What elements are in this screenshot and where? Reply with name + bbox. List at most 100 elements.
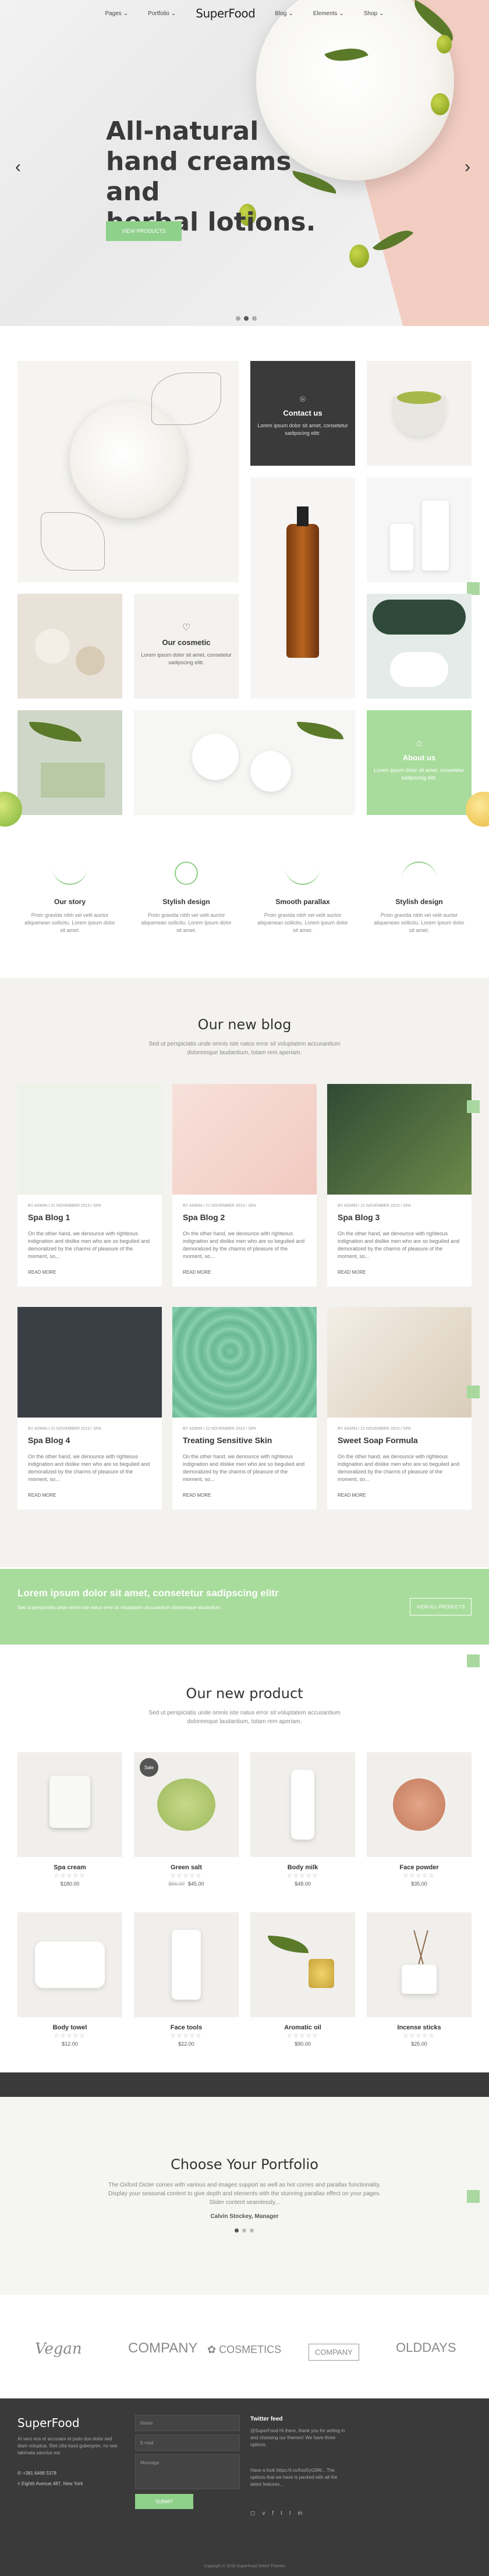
read-more-link[interactable]: READ MORE — [172, 1483, 317, 1510]
nav-label: Elements — [313, 10, 338, 17]
blog-card[interactable]: BY ADMIN / 21 NOVEMBER 2015 / SPA Sweet … — [327, 1307, 472, 1510]
product-card[interactable]: Incense sticks ☆☆☆☆☆ $25.00 — [367, 1912, 472, 2047]
product-name[interactable]: Body milk — [250, 1864, 355, 1871]
blog-card[interactable]: BY ADMIN / 21 NOVEMBER 2015 / SPA Spa Bl… — [17, 1307, 162, 1510]
blog-title: Our new blog — [197, 1016, 292, 1033]
slider-dot[interactable] — [244, 316, 249, 321]
flower-sketch — [151, 373, 221, 425]
twitter-icon[interactable]: t — [281, 2510, 282, 2517]
product-name[interactable]: Body towel — [17, 2024, 122, 2031]
brand-logo-cosmetics[interactable]: ✿ COSMETICS — [207, 2344, 281, 2356]
product-name[interactable]: Green salt — [134, 1864, 239, 1871]
product-card[interactable]: Spa cream ☆☆☆☆☆ $180.00 — [17, 1752, 122, 1887]
product-card[interactable]: Body milk ☆☆☆☆☆ $48.00 — [250, 1752, 355, 1887]
read-more-link[interactable]: READ MORE — [17, 1483, 162, 1510]
lotus-icon: ✿ — [207, 2344, 217, 2355]
brand-logo[interactable]: OLDDAYS — [396, 2340, 456, 2355]
olive — [437, 35, 452, 54]
slider-dot[interactable] — [236, 316, 240, 321]
chevron-down-icon: ⌄ — [288, 10, 293, 17]
nav-item-pages[interactable]: Pages ⌄ — [105, 10, 128, 17]
social-icons: ◻ v f t t in — [250, 2510, 302, 2517]
product-card[interactable]: Face powder ☆☆☆☆☆ $35.00 — [367, 1752, 472, 1887]
view-products-button[interactable]: VIEW PRODUCTS — [106, 221, 182, 241]
nav-item-portfolio[interactable]: Portfolio ⌄ — [148, 10, 176, 17]
linkedin-icon[interactable]: in — [298, 2510, 303, 2517]
slider-dot[interactable] — [235, 2228, 239, 2233]
message-field[interactable]: Message — [135, 2454, 240, 2489]
blog-card[interactable]: BY ADMIN / 21 NOVEMBER 2015 / SPA Spa Bl… — [172, 1084, 317, 1287]
slider-prev-arrow-icon[interactable]: ‹ — [15, 157, 21, 177]
post-meta: BY ADMIN / 21 NOVEMBER 2015 / SPA — [28, 1204, 101, 1208]
product-price: $180.00 — [60, 1881, 80, 1887]
email-field[interactable]: E-mail — [135, 2435, 240, 2451]
submit-button[interactable]: SUBMIT — [135, 2494, 193, 2509]
read-more-link[interactable]: READ MORE — [327, 1483, 472, 1510]
facebook-icon[interactable]: f — [272, 2510, 274, 2517]
product-price: $48.00 — [295, 1881, 311, 1887]
side-panel-toggle[interactable] — [467, 1386, 480, 1398]
product-card[interactable]: Sale Green salt ☆☆☆☆☆ $56.00 $45.00 — [134, 1752, 239, 1887]
nav-item-elements[interactable]: Elements ⌄ — [313, 10, 344, 17]
tumblr-icon[interactable]: t — [289, 2510, 291, 2517]
product-card[interactable]: Aromatic oil ☆☆☆☆☆ $90.00 — [250, 1912, 355, 2047]
slider-dot[interactable] — [242, 2228, 246, 2233]
read-more-link[interactable]: READ MORE — [172, 1260, 317, 1287]
product-image-body-milk — [250, 1752, 355, 1857]
matcha-powder — [397, 391, 441, 404]
product-name[interactable]: Incense sticks — [367, 2024, 472, 2031]
product-name[interactable]: Aromatic oil — [250, 2024, 355, 2031]
instagram-icon[interactable]: ◻ — [250, 2510, 255, 2517]
post-title[interactable]: Sweet Soap Formula — [327, 1431, 472, 1445]
blog-image-face — [172, 1084, 317, 1195]
tile-text: Lorem ipsum dolor sit amet, consetetur s… — [374, 767, 465, 781]
blog-card[interactable]: BY ADMIN / 21 NOVEMBER 2015 / SPA Spa Bl… — [17, 1084, 162, 1287]
nav-item-shop[interactable]: Shop ⌄ — [364, 10, 384, 17]
product-image-body-towel — [17, 1912, 122, 2017]
white-bottle — [390, 524, 413, 571]
product-price: $56.00 $45.00 — [168, 1881, 204, 1887]
nav-item-blog[interactable]: Blog ⌄ — [275, 10, 293, 17]
view-all-products-button[interactable]: VIEW ALL PRODUCTS — [410, 1598, 472, 1615]
blog-subtitle: doloremque laudantium, totam rem aperiam… — [187, 1050, 302, 1056]
our-cosmetic-tile[interactable]: ♡ Our cosmetic Lorem ipsum dolor sit ame… — [134, 594, 239, 699]
side-panel-toggle[interactable] — [467, 2190, 480, 2203]
about-us-tile[interactable]: ⌂ About us Lorem ipsum dolor sit amet, c… — [367, 710, 472, 815]
portfolio-title: Choose Your Portfolio — [171, 2156, 318, 2173]
product-price: $12.00 — [62, 2041, 78, 2047]
product-name[interactable]: Face tools — [134, 2024, 239, 2031]
read-more-link[interactable]: READ MORE — [17, 1260, 162, 1287]
name-field[interactable]: Name — [135, 2415, 240, 2431]
post-title[interactable]: Spa Blog 3 — [327, 1208, 472, 1222]
vimeo-icon[interactable]: v — [262, 2510, 265, 2517]
post-title[interactable]: Spa Blog 1 — [17, 1208, 162, 1222]
side-panel-toggle[interactable] — [467, 582, 480, 595]
product-price: $35.00 — [411, 1881, 427, 1887]
side-panel-toggle[interactable] — [467, 1100, 480, 1113]
shell — [35, 629, 70, 664]
slider-pagination — [236, 316, 257, 321]
product-card[interactable]: Body towel ☆☆☆☆☆ $12.00 — [17, 1912, 122, 2047]
contact-us-tile[interactable]: ⌾ Contact us Lorem ipsum dolor sit amet,… — [250, 361, 355, 466]
slider-dot[interactable] — [250, 2228, 254, 2233]
product-card[interactable]: Face tools ☆☆☆☆☆ $22.00 — [134, 1912, 239, 2047]
soap-bar — [41, 763, 105, 798]
slider-next-arrow-icon[interactable]: › — [465, 157, 470, 177]
read-more-link[interactable]: READ MORE — [327, 1260, 472, 1287]
slider-dot[interactable] — [252, 316, 257, 321]
brand-logo[interactable]: COMPANY — [128, 2340, 198, 2357]
blog-card[interactable]: BY ADMIN / 21 NOVEMBER 2015 / SPA Spa Bl… — [327, 1084, 472, 1287]
blog-card[interactable]: BY ADMIN / 21 NOVEMBER 2015 / SPA Treati… — [172, 1307, 317, 1510]
post-excerpt: On the other hand, we denounce with righ… — [338, 1454, 460, 1482]
green-powder-image — [367, 361, 472, 466]
post-title[interactable]: Treating Sensitive Skin — [172, 1431, 317, 1445]
product-name[interactable]: Spa cream — [17, 1864, 122, 1871]
product-name[interactable]: Face powder — [367, 1864, 472, 1871]
brand-logo[interactable]: COMPANY — [309, 2344, 359, 2361]
side-panel-toggle[interactable] — [467, 1654, 480, 1667]
post-title[interactable]: Spa Blog 4 — [17, 1431, 162, 1445]
footer-logo[interactable]: SuperFood — [17, 2416, 80, 2430]
post-title[interactable]: Spa Blog 2 — [172, 1208, 317, 1222]
brand-logo[interactable]: Vegan — [35, 2340, 82, 2358]
site-logo[interactable]: SuperFood — [196, 6, 256, 20]
